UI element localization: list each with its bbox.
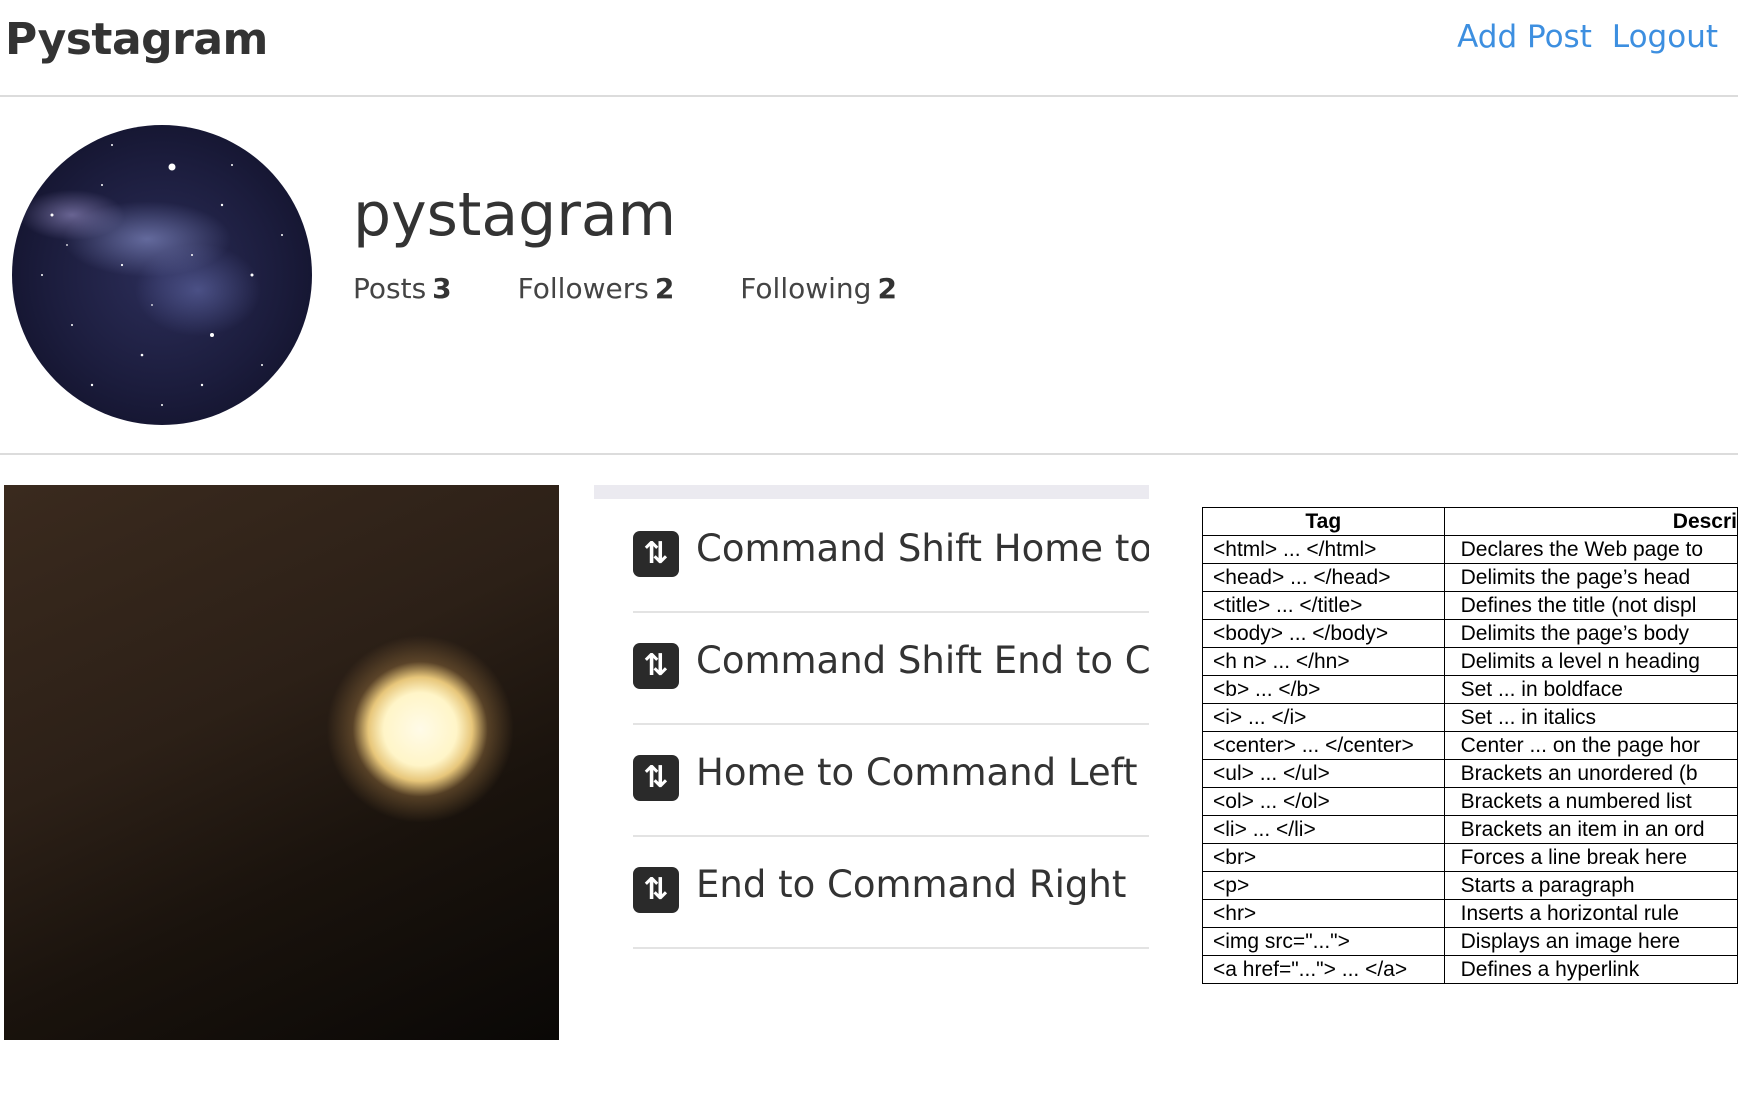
tag-cell: <head> ... </head>	[1202, 563, 1445, 592]
description-cell: Inserts a horizontal rule	[1443, 899, 1738, 928]
tag-cell: <br>	[1202, 843, 1445, 872]
description-cell: Set ... in italics	[1443, 703, 1738, 732]
description-cell: Brackets a numbered list	[1443, 787, 1738, 816]
tag-cell: <img src="...">	[1202, 927, 1445, 956]
description-cell: Set ... in boldface	[1443, 675, 1738, 704]
tag-cell: <i> ... </i>	[1202, 703, 1445, 732]
stat-value: 2	[877, 272, 897, 305]
stat-value: 2	[654, 272, 675, 305]
profile-username: pystagram	[353, 180, 677, 250]
shortcut-text: Command Shift End to Cor	[696, 639, 1149, 682]
tag-cell: <ol> ... </ol>	[1202, 787, 1445, 816]
profile-stats: Posts 3 Followers 2 Following 2	[353, 272, 963, 305]
shortcut-row: ⇅ End to Command Right	[633, 839, 1149, 949]
post-thumbnail-html-table[interactable]: Tag Descri <html> ... </html> Declares th…	[1183, 485, 1738, 1040]
description-cell: Defines the title (not displ	[1443, 591, 1738, 620]
tag-cell: <body> ... </body>	[1202, 619, 1445, 648]
shortcut-text: Home to Command Left	[696, 751, 1138, 794]
description-cell: Center ... on the page hor	[1443, 731, 1738, 760]
stat-label: Followers	[517, 272, 649, 305]
table-row: <li> ... </li> Brackets an item in an ord	[1202, 815, 1738, 844]
tag-cell: <b> ... </b>	[1202, 675, 1445, 704]
description-cell: Forces a line break here	[1443, 843, 1738, 872]
add-post-link[interactable]: Add Post	[1457, 19, 1592, 55]
top-navbar: Pystagram Add Post Logout	[0, 0, 1738, 97]
brand-logo[interactable]: Pystagram	[5, 14, 268, 65]
description-cell: Displays an image here	[1443, 927, 1738, 956]
table-row: <a href="..."> ... </a> Defines a hyperli…	[1202, 955, 1738, 984]
table-row: <title> ... </title> Defines the title (n…	[1202, 591, 1738, 620]
column-header-description: Descri	[1443, 507, 1738, 536]
shortcut-row: ⇅ Home to Command Left	[633, 727, 1149, 837]
tag-cell: <li> ... </li>	[1202, 815, 1445, 844]
tag-cell: <center> ... </center>	[1202, 731, 1445, 760]
up-down-arrows-icon: ⇅	[633, 867, 679, 913]
table-row: <hr> Inserts a horizontal rule	[1202, 899, 1738, 928]
table-row: <p> Starts a paragraph	[1202, 871, 1738, 900]
html-tag-table: Tag Descri <html> ... </html> Declares th…	[1202, 507, 1738, 984]
description-cell: Delimits a level n heading	[1443, 647, 1738, 676]
up-down-arrows-icon: ⇅	[633, 531, 679, 577]
table-row: <br> Forces a line break here	[1202, 843, 1738, 872]
up-down-arrows-icon: ⇅	[633, 643, 679, 689]
tag-cell: <p>	[1202, 871, 1445, 900]
stat-value: 3	[432, 272, 452, 305]
shortcut-text: End to Command Right	[696, 863, 1127, 906]
image-top-strip	[594, 485, 1149, 499]
shortcut-text: Command Shift Home to C	[696, 527, 1149, 570]
up-down-arrows-icon: ⇅	[633, 755, 679, 801]
description-cell: Brackets an unordered (b	[1443, 759, 1738, 788]
description-cell: Brackets an item in an ord	[1443, 815, 1738, 844]
starfield-image	[41, 144, 283, 406]
table-row: <i> ... </i> Set ... in italics	[1202, 703, 1738, 732]
tag-cell: <hr>	[1202, 899, 1445, 928]
profile-avatar	[12, 125, 312, 425]
tag-cell: <html> ... </html>	[1202, 535, 1445, 564]
description-cell: Delimits the page’s head	[1443, 563, 1738, 592]
stat-following[interactable]: Following 2	[740, 272, 897, 305]
table-row: <head> ... </head> Delimits the page’s he…	[1202, 563, 1738, 592]
shortcut-row: ⇅ Command Shift Home to C	[633, 503, 1149, 613]
tag-cell: <h n> ... </hn>	[1202, 647, 1445, 676]
tag-cell: <ul> ... </ul>	[1202, 759, 1445, 788]
table-row: <b> ... </b> Set ... in boldface	[1202, 675, 1738, 704]
table-row: <body> ... </body> Delimits the page’s bo…	[1202, 619, 1738, 648]
table-header-row: Tag Descri	[1202, 507, 1738, 536]
table-row: <img src="..."> Displays an image here	[1202, 927, 1738, 956]
logout-link[interactable]: Logout	[1612, 19, 1718, 55]
table-row: <h n> ... </hn> Delimits a level n headin…	[1202, 647, 1738, 676]
description-cell: Declares the Web page to	[1443, 535, 1738, 564]
tag-cell: <title> ... </title>	[1202, 591, 1445, 620]
table-row: <ul> ... </ul> Brackets an unordered (b	[1202, 759, 1738, 788]
description-cell: Defines a hyperlink	[1443, 955, 1738, 984]
column-header-tag: Tag	[1202, 507, 1445, 536]
shortcut-row: ⇅ Command Shift End to Cor	[633, 615, 1149, 725]
post-grid: ⇅ Command Shift Home to C ⇅ Command Shif…	[0, 455, 1738, 1106]
tag-cell: <a href="..."> ... </a>	[1202, 955, 1445, 984]
stat-label: Following	[740, 272, 872, 305]
profile-header: pystagram Posts 3 Followers 2 Following 2	[0, 97, 1738, 455]
description-cell: Delimits the page’s body	[1443, 619, 1738, 648]
description-cell: Starts a paragraph	[1443, 871, 1738, 900]
table-row: <center> ... </center> Center ... on the …	[1202, 731, 1738, 760]
table-row: <html> ... </html> Declares the Web page …	[1202, 535, 1738, 564]
post-thumbnail-light[interactable]	[4, 485, 559, 1040]
nav-links: Add Post Logout	[1457, 19, 1718, 55]
post-thumbnail-shortcuts[interactable]: ⇅ Command Shift Home to C ⇅ Command Shif…	[594, 485, 1149, 1040]
table-row: <ol> ... </ol> Brackets a numbered list	[1202, 787, 1738, 816]
stat-label: Posts	[353, 272, 427, 305]
stat-followers[interactable]: Followers 2	[518, 272, 675, 305]
stat-posts: Posts 3	[353, 272, 452, 305]
